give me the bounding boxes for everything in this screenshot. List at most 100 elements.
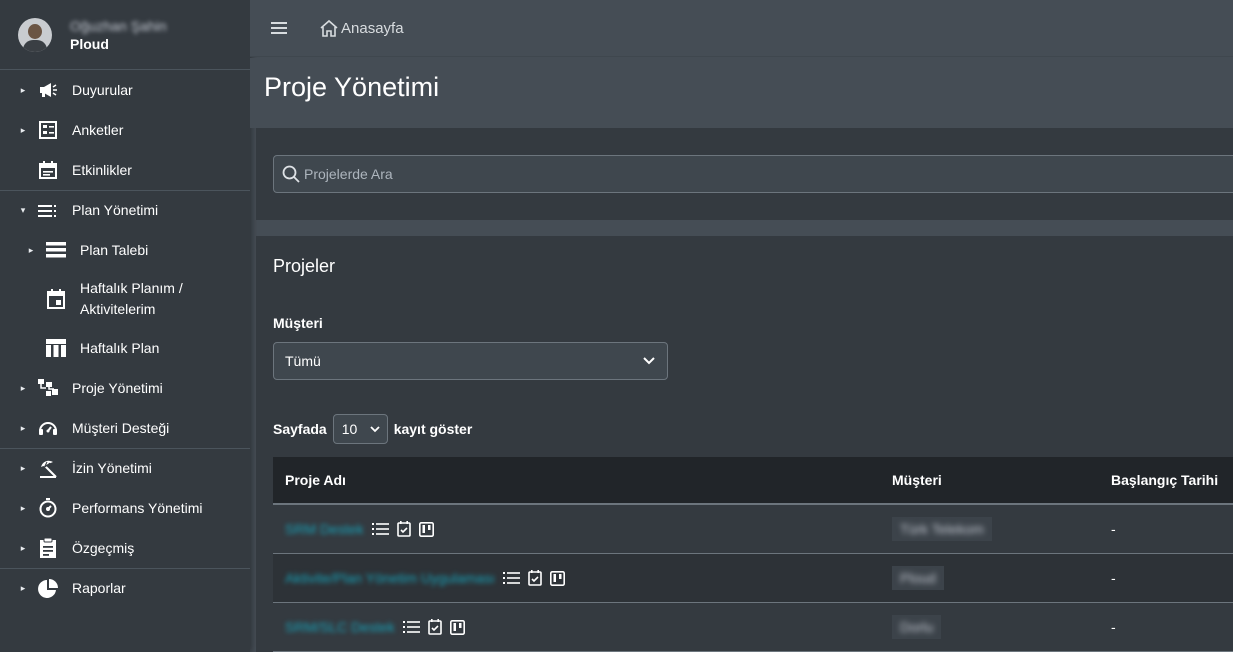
caret-right-icon: ▸ [20,124,26,135]
hamburger-menu-icon[interactable] [271,19,287,37]
table-row: SRM Destek Türk Telekom - [273,505,1233,554]
pie-chart-icon [36,578,60,599]
checklist-icon [36,121,60,139]
caret-down-icon: ▾ [20,205,26,215]
chevron-down-icon [643,357,655,365]
calendar-check-icon[interactable] [528,570,542,586]
sidebar-item-label: Özgeçmiş [72,539,135,556]
caret-right-icon: ▸ [20,542,26,553]
home-label: Anasayfa [341,19,404,37]
project-link[interactable]: SRM Destek [285,521,364,537]
caret-right-icon: ▸ [20,583,26,593]
sidebar-item-duyurular[interactable]: ▸ Duyurular [0,70,250,110]
user-name: Oğuzhan Şahin [70,17,167,34]
sidebar-item-raporlar[interactable]: ▸ Raporlar [0,568,250,608]
clipboard-icon [36,538,60,558]
start-date-cell: - [1111,521,1116,537]
avatar [18,17,52,52]
sidebar-item-label: Etkinlikler [72,161,132,178]
caret-right-icon: ▸ [28,244,34,255]
sidebar-item-haftalik-planim[interactable]: Haftalık Planım / Aktivitelerim [0,270,250,328]
sidebar-item-label: Raporlar [72,580,126,596]
sidebar-item-anketler[interactable]: ▸ Anketler [0,110,250,150]
card-title: Projeler [273,256,336,276]
caret-right-icon: ▸ [20,502,26,513]
user-panel[interactable]: Oğuzhan Şahin Ploud [0,0,250,70]
sidebar-item-performans-yonetimi[interactable]: ▸ Performans Yönetimi [0,488,250,528]
search-box[interactable] [273,155,1233,193]
sidebar-item-label: Plan Yönetimi [72,202,159,218]
sitemap-icon [36,379,60,397]
project-link[interactable]: SRM/SLC Destek [285,619,395,635]
page-length-value: 10 [341,421,358,437]
sidebar-item-label: Duyurular [72,81,133,98]
sidebar-item-label: İzin Yönetimi [72,460,152,476]
table-row: SRM/SLC Destek Dorlu - [273,603,1233,652]
megaphone-icon [36,82,60,98]
headset-icon [36,419,60,437]
customer-select[interactable]: Tümü [273,342,668,380]
caret-right-icon: ▸ [20,463,26,473]
content-header: Proje Yönetimi [250,58,1233,128]
caret-right-icon: ▸ [20,382,26,393]
customer-select-value: Tümü [285,353,321,369]
column-header-customer[interactable]: Müşteri [880,472,1099,488]
projects-card: Projeler Müşteri Tümü Sayfada 10 kayıt g… [256,236,1233,652]
start-date-cell: - [1111,619,1116,635]
search-card [256,128,1233,220]
sidebar-item-label: Performans Yönetimi [72,499,203,516]
length-prefix: Sayfada [273,421,327,437]
task-list-icon[interactable] [371,522,389,536]
stopwatch-icon [36,498,60,518]
project-link[interactable]: Aktivite/Plan Yönetim Uygulaması [285,570,495,586]
page-length-select[interactable]: 10 [332,414,388,444]
calendar-icon [36,161,60,179]
sidebar-item-label: Haftalık Plan [80,339,160,356]
sidebar-item-etkinlikler[interactable]: Etkinlikler [0,150,250,190]
task-list-icon[interactable] [402,620,420,634]
column-header-project-name[interactable]: Proje Adı [273,472,880,488]
sidebar-item-plan-yonetimi[interactable]: ▾ Plan Yönetimi [0,190,250,230]
kanban-board-icon[interactable] [449,619,465,635]
customer-cell: Ploud [900,570,936,586]
projects-table: Proje Adı Müşteri Başlangıç Tarihi SRM D… [273,457,1233,652]
breadcrumb-home-link[interactable]: Anasayfa [319,19,404,37]
sidebar-item-label: Haftalık Planım / Aktivitelerim [80,280,183,317]
sidebar-item-ozgecmis[interactable]: ▸ Özgeçmiş [0,528,250,568]
column-header-start-date[interactable]: Başlangıç Tarihi [1099,472,1233,488]
beach-umbrella-icon [36,459,60,479]
topbar: Anasayfa [250,0,1233,57]
caret-right-icon: ▸ [20,422,26,433]
search-input[interactable] [304,166,1233,182]
kanban-board-icon[interactable] [549,570,565,586]
sidebar-item-musteri-destegi[interactable]: ▸ Müşteri Desteği [0,408,250,448]
sidebar-item-izin-yonetimi[interactable]: ▸ İzin Yönetimi [0,448,250,488]
calendar-check-icon[interactable] [396,521,411,537]
page-title: Proje Yönetimi [264,72,440,102]
customer-cell: Türk Telekom [900,521,984,537]
search-icon [282,165,300,183]
sidebar-item-label: Proje Yönetimi [72,379,163,396]
table-icon [44,339,68,357]
chevron-down-icon [370,425,380,432]
sidebar-item-label: Müşteri Desteği [72,419,170,436]
task-list-icon[interactable] [502,571,520,585]
sidebar: Oğuzhan Şahin Ploud ▸ Duyurular ▸ Anketl… [0,0,250,652]
sidebar-item-proje-yonetimi[interactable]: ▸ Proje Yönetimi [0,368,250,408]
start-date-cell: - [1111,570,1116,586]
customer-cell: Dorlu [900,619,934,635]
caret-right-icon: ▸ [20,84,26,95]
sidebar-item-label: Anketler [72,121,124,138]
kanban-board-icon[interactable] [418,521,434,537]
sidebar-item-haftalik-plan[interactable]: Haftalık Plan [0,328,250,368]
length-suffix: kayıt göster [393,421,473,437]
calendar-day-icon [44,289,68,309]
table-row: Aktivite/Plan Yönetim Uygulaması Ploud - [273,554,1233,603]
bars-icon [44,242,68,258]
home-icon [320,19,338,37]
sidebar-item-label: Plan Talebi [80,241,149,258]
page-length-control: Sayfada 10 kayıt göster [273,414,472,444]
sidebar-item-plan-talebi[interactable]: ▸ Plan Talebi [0,230,250,270]
calendar-check-icon[interactable] [427,619,442,635]
user-company: Ploud [70,35,109,52]
